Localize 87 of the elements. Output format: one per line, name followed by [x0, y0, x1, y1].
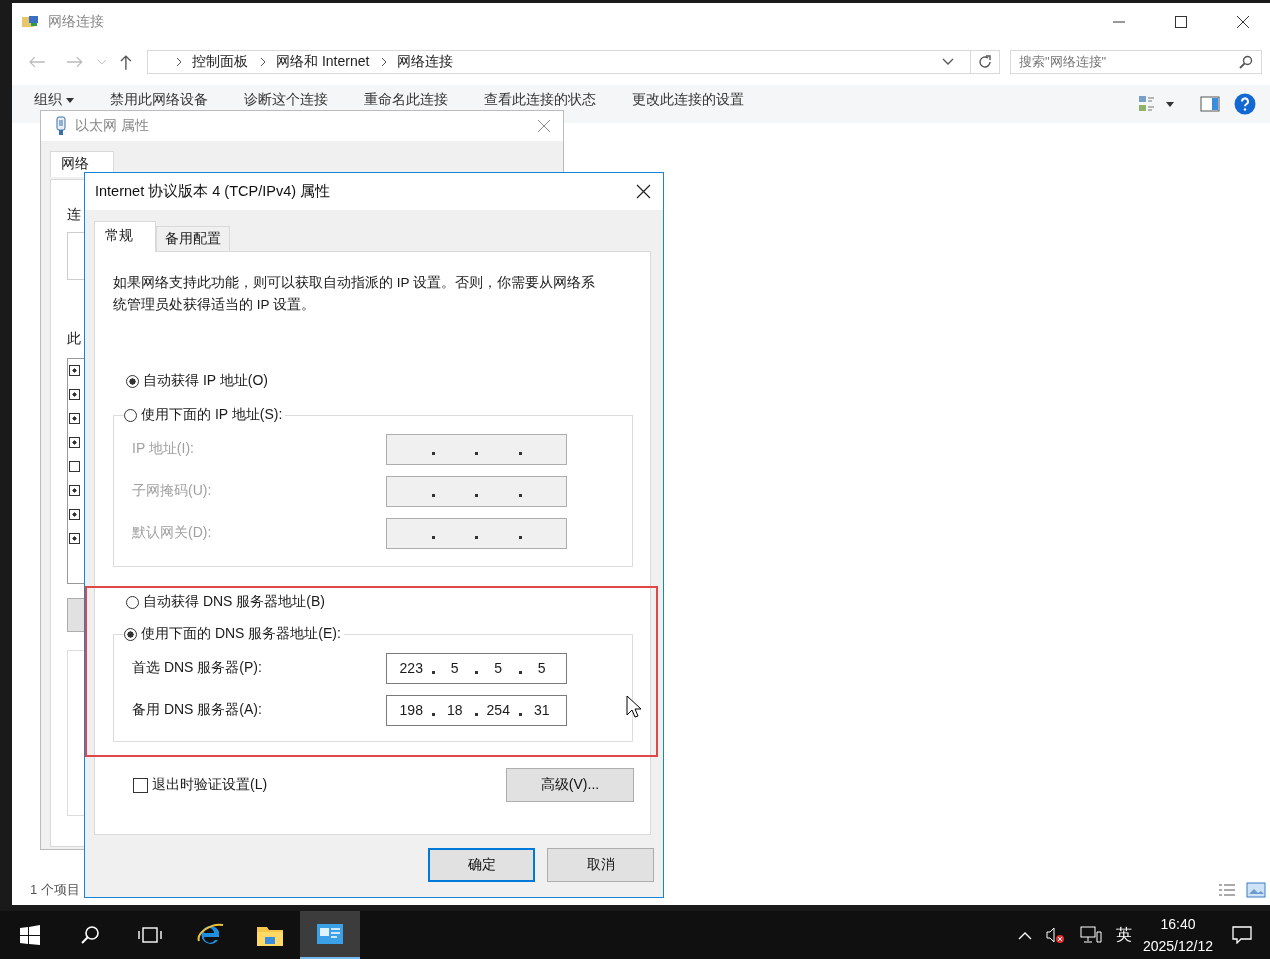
- octet-value: 18: [445, 702, 464, 718]
- chevron-right-icon: [260, 57, 266, 67]
- tab[interactable]: 备用配置: [156, 226, 230, 251]
- checkbox[interactable]: [69, 365, 80, 376]
- notification-icon[interactable]: [1232, 926, 1252, 944]
- checkbox[interactable]: [69, 461, 80, 472]
- breadcrumb-item[interactable]: 网络和 Internet: [276, 53, 370, 71]
- network-icon[interactable]: [1079, 926, 1102, 944]
- status-text: 1 个项目: [30, 881, 80, 899]
- field-label: 子网掩码(U):: [132, 482, 213, 500]
- octet-value: 223: [398, 660, 424, 676]
- checkbox[interactable]: [69, 437, 80, 448]
- checkbox-label[interactable]: 退出时验证设置(L): [152, 776, 268, 794]
- toolbar-button[interactable]: 更改此连接的设置: [632, 91, 744, 109]
- checkbox[interactable]: [69, 413, 80, 424]
- search-field[interactable]: 搜索"网络连接": [1010, 50, 1262, 74]
- octet-value: 5: [493, 660, 504, 676]
- toolbar-button[interactable]: 禁用此网络设备: [110, 91, 208, 109]
- chevron-right-icon: [381, 57, 388, 67]
- toolbar-button[interactable]: 组织: [34, 91, 74, 109]
- radio-button[interactable]: [126, 374, 139, 388]
- field-label: 首选 DNS 服务器(P):: [132, 659, 263, 677]
- radio-label[interactable]: 使用下面的 IP 地址(S):: [141, 406, 283, 424]
- preview-pane-icon[interactable]: [1200, 96, 1220, 112]
- network-adapter-icon: [55, 116, 67, 136]
- toolbar-button[interactable]: 诊断这个连接: [244, 91, 328, 109]
- breadcrumb-item[interactable]: 控制面板: [192, 53, 248, 71]
- field-label: IP 地址(I):: [132, 440, 195, 458]
- chevron-down-icon[interactable]: [942, 58, 954, 66]
- toolbar-button[interactable]: 查看此连接的状态: [484, 91, 596, 109]
- taskbar-app[interactable]: [300, 911, 360, 959]
- search-icon[interactable]: [80, 925, 100, 945]
- field-label: 备用 DNS 服务器(A):: [132, 701, 263, 719]
- windows-logo-icon[interactable]: [20, 925, 40, 945]
- octet-value: 198: [398, 702, 424, 718]
- window-title: 网络连接: [48, 13, 104, 31]
- maximize-icon[interactable]: [1174, 15, 1188, 29]
- checkbox[interactable]: [69, 389, 80, 400]
- chevron-right-icon: [176, 57, 182, 67]
- up-arrow-icon[interactable]: [119, 54, 133, 70]
- radio-button[interactable]: [126, 595, 139, 609]
- input-method-indicator[interactable]: 英: [1115, 924, 1132, 946]
- ip-address-field[interactable]: 223 5 5 5: [386, 652, 567, 684]
- octet-value: 31: [532, 702, 551, 718]
- search-icon: [1239, 55, 1253, 69]
- radio-label[interactable]: 使用下面的 DNS 服务器地址(E):: [141, 625, 341, 643]
- close-icon[interactable]: [636, 184, 651, 199]
- ip-address-field[interactable]: 198 18 254 31: [386, 694, 567, 726]
- checkbox[interactable]: [133, 777, 148, 793]
- description-text: 如果网络支持此功能，则可以获取自动指派的 IP 设置。否则，你需要从网络系统管理员处获得适当的 IP 设置。: [113, 274, 596, 314]
- chevron-up-icon[interactable]: [1017, 930, 1032, 940]
- ok-button[interactable]: 确定: [428, 848, 535, 882]
- dialog-title: Internet 协议版本 4 (TCP/IPv4) 属性: [95, 182, 331, 201]
- toolbar-button[interactable]: 重命名此连接: [364, 91, 448, 109]
- checkbox[interactable]: [69, 485, 80, 496]
- checkbox[interactable]: [69, 509, 80, 520]
- address-bar[interactable]: 控制面板 网络和 Internet 网络连接: [147, 50, 1000, 74]
- breadcrumb-item[interactable]: 网络连接: [397, 53, 454, 71]
- caret-icon: [66, 97, 74, 103]
- close-icon[interactable]: [1236, 15, 1250, 29]
- network-window-icon: [316, 923, 344, 945]
- cancel-button[interactable]: 取消: [547, 848, 654, 882]
- octet-value: 254: [485, 702, 511, 718]
- dialog-title: 以太网 属性: [75, 117, 149, 135]
- clock[interactable]: 16:40 2025/12/12: [1142, 913, 1213, 957]
- pointer-icon: [626, 695, 642, 719]
- checkbox[interactable]: [69, 533, 80, 544]
- ip-address-field[interactable]: [386, 517, 567, 549]
- section-label: 连: [67, 206, 81, 224]
- tab[interactable]: 网络: [50, 151, 114, 177]
- task-view-icon[interactable]: [138, 926, 162, 944]
- ip-address-field[interactable]: [386, 475, 567, 507]
- network-folder-icon: [22, 14, 40, 30]
- section-label: 此: [67, 330, 81, 348]
- ip-address-field[interactable]: [386, 433, 567, 465]
- advanced-button[interactable]: 高级(V)...: [506, 768, 634, 802]
- radio-label[interactable]: 自动获得 DNS 服务器地址(B): [143, 593, 325, 611]
- caret-icon[interactable]: [1166, 101, 1174, 107]
- field-label: 默认网关(D):: [132, 524, 213, 542]
- radio-label[interactable]: 自动获得 IP 地址(O): [143, 372, 268, 390]
- muted-speaker-icon[interactable]: [1045, 926, 1066, 944]
- octet-value: 5: [449, 660, 460, 676]
- octet-value: 5: [536, 660, 547, 676]
- help-icon[interactable]: [1234, 93, 1256, 115]
- tab[interactable]: 常规: [94, 221, 156, 252]
- radio-button[interactable]: [124, 408, 137, 422]
- radio-button[interactable]: [124, 627, 137, 641]
